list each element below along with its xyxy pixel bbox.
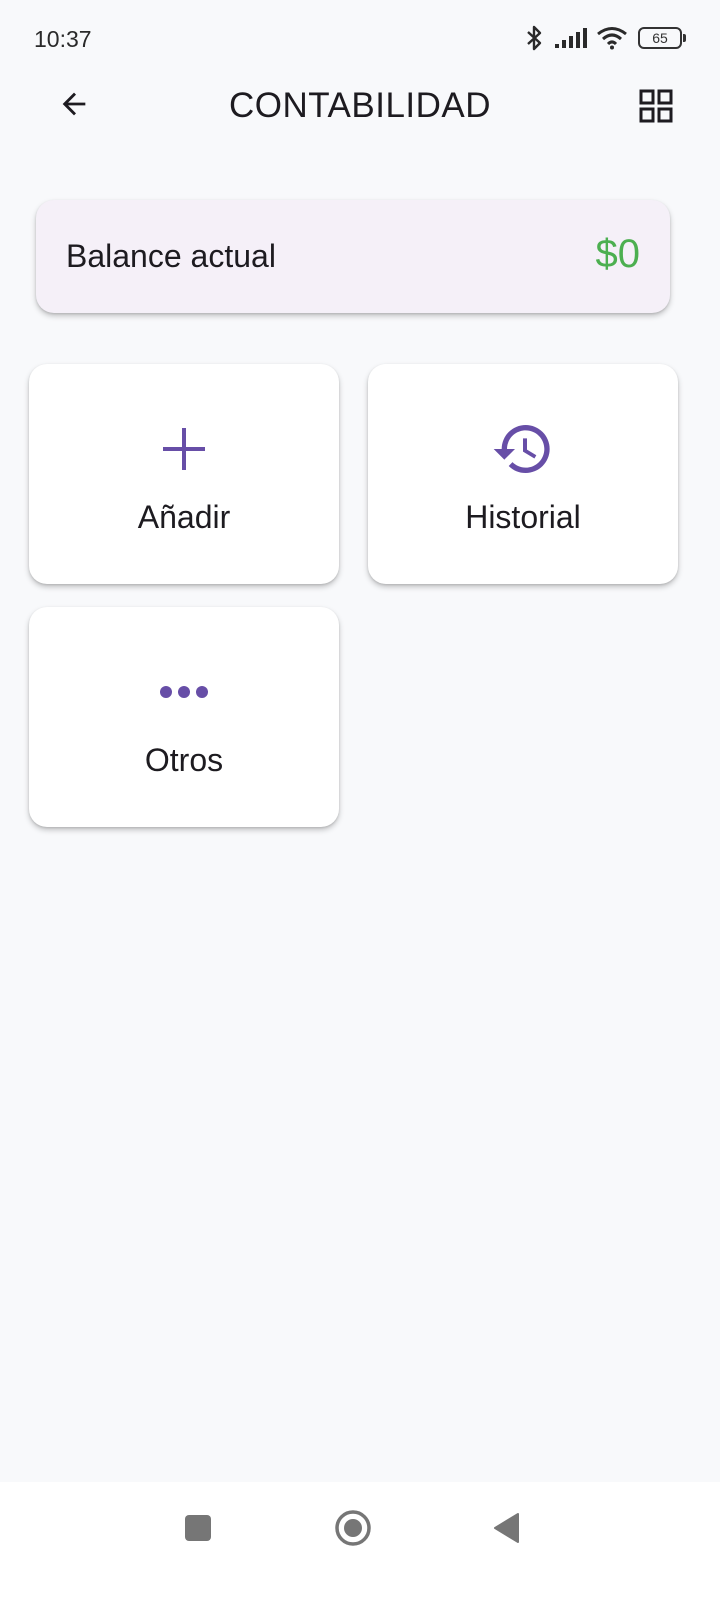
- app-bar: CONTABILIDAD: [0, 80, 720, 190]
- history-tile[interactable]: Historial: [368, 364, 678, 584]
- other-tile[interactable]: Otros: [29, 607, 339, 827]
- balance-value: $0: [595, 232, 641, 276]
- screen: 10:37 65 CONTABILIDAD Balance actual $0 …: [0, 0, 720, 1600]
- balance-card: Balance actual $0: [36, 200, 670, 313]
- status-bar: 10:37 65: [0, 0, 720, 80]
- add-icon: [29, 416, 339, 482]
- add-tile[interactable]: Añadir: [29, 364, 339, 584]
- signal-icon: [554, 27, 588, 49]
- grid-view-icon: [638, 88, 674, 129]
- bluetooth-icon: [524, 24, 546, 52]
- page-title: CONTABILIDAD: [228, 86, 492, 125]
- other-tile-label: Otros: [144, 742, 224, 778]
- add-tile-label: Añadir: [137, 499, 231, 535]
- history-icon: [368, 416, 678, 482]
- grid-view-button[interactable]: [630, 82, 682, 134]
- recents-button[interactable]: [170, 1502, 226, 1558]
- home-icon: [333, 1508, 373, 1553]
- more-horiz-icon: [29, 659, 339, 725]
- nav-back-button[interactable]: [479, 1502, 535, 1558]
- system-nav-bar: [0, 1482, 720, 1600]
- wifi-icon: [596, 26, 628, 50]
- recents-icon: [183, 1513, 213, 1548]
- back-icon: [492, 1512, 522, 1549]
- balance-label: Balance actual: [66, 238, 276, 274]
- history-tile-label: Historial: [465, 499, 581, 535]
- status-icons: 65: [524, 22, 686, 54]
- battery-icon: 65: [638, 27, 686, 49]
- home-button[interactable]: [325, 1502, 381, 1558]
- status-time: 10:37: [34, 26, 92, 52]
